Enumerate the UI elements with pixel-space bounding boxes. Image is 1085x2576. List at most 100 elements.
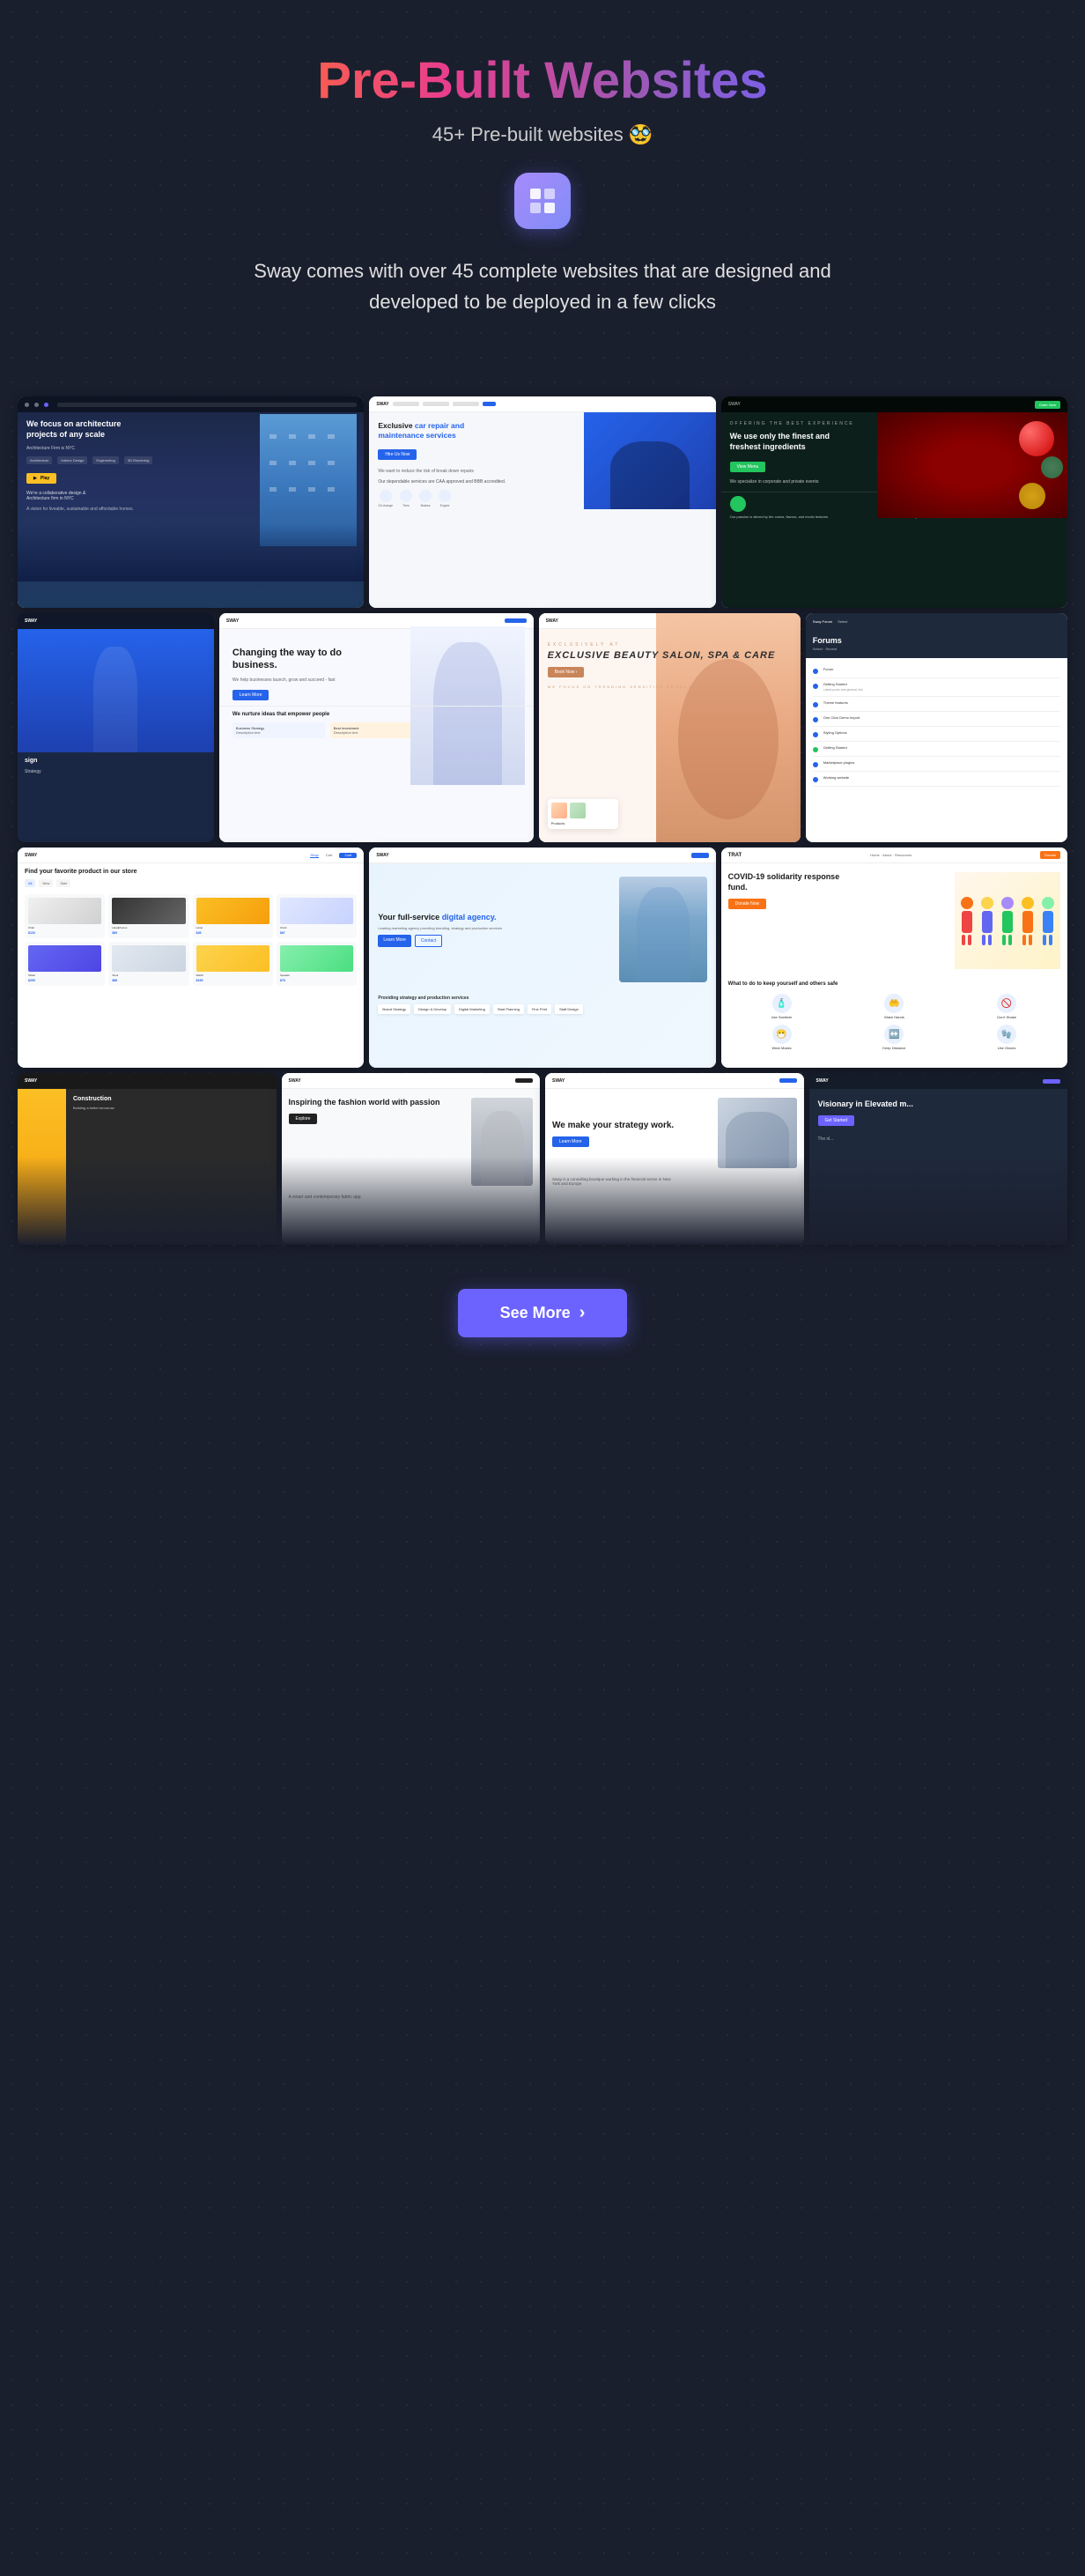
card-mockup-forum: Sway Forum Select Forums Select · Recent… (806, 613, 1067, 842)
ingredient (1019, 483, 1045, 509)
website-card-construction[interactable]: SWAY Construction Building a better tomo… (18, 1073, 277, 1245)
website-card-business[interactable]: SWAY Changing the way to do business. We… (219, 613, 534, 842)
store-item: Stool $88 (108, 942, 188, 986)
card-mockup-car: SWAY Exclusive car repair and maintenanc… (369, 396, 715, 608)
building-window (328, 487, 335, 492)
website-card-food[interactable]: SWAY Order Now Offering the best experie… (721, 396, 1067, 608)
covid-action: 🤲 Wash Hands (840, 994, 948, 1019)
building-window (269, 434, 277, 439)
card-mockup-covid: TRAT Home · About · Resources Donate COV… (721, 848, 1067, 1068)
store-item-name: Headphones (112, 926, 185, 929)
building-window (308, 434, 315, 439)
covid-char-legs (1022, 935, 1032, 945)
store-cart-btn: Cart (339, 853, 357, 858)
nav-dot (34, 403, 39, 407)
building-window (269, 461, 277, 465)
consult-nav-btn (779, 1078, 797, 1083)
food-brand: SWAY (728, 402, 741, 407)
covid-nav-links: Home · About · Resources (870, 853, 912, 857)
covid-char-leg (1043, 935, 1046, 945)
nav-link-accent (483, 402, 496, 406)
food-feature: Our passion is stirred by the colors, fl… (730, 496, 891, 519)
store-product-img (196, 898, 269, 924)
consult-hero: We make your strategy work. Learn More (545, 1089, 804, 1177)
agency-service: Digital Marketing (454, 1004, 490, 1014)
building-window (289, 487, 296, 492)
page-title: Pre-Built Websites (252, 53, 833, 109)
covid-char (1000, 897, 1015, 945)
covid-char-body (1022, 911, 1033, 933)
biz-desc: We help businesses launch, grow and succ… (219, 676, 360, 685)
covid-char-head (1001, 897, 1014, 909)
covid-text: COVID-19 solidarity response fund. Donat… (728, 872, 948, 969)
service-icon-item: Engine (439, 490, 451, 507)
consult-text: We make your strategy work. Learn More (552, 1120, 711, 1147)
header-section: Pre-Built Websites 45+ Pre-built website… (252, 53, 833, 361)
agency-service: Staff Design (555, 1004, 583, 1014)
covid-sub-title: What to do to keep yourself and others s… (721, 978, 1067, 990)
mechanic-img (584, 412, 716, 509)
store-nav: SWAY Shop Cart Cart (18, 848, 364, 863)
person-nav: SWAY (18, 613, 214, 629)
covid-char-legs (1043, 935, 1052, 945)
website-card-consulting[interactable]: SWAY We make your strategy work. Learn M… (545, 1073, 804, 1245)
nav-link (453, 402, 479, 406)
fashion-nav-btn (515, 1078, 533, 1083)
website-card-store[interactable]: SWAY Shop Cart Cart Find your favorite p… (18, 848, 364, 1068)
store-item-price: $89 (112, 931, 185, 935)
arch-tag: Architecture (26, 456, 52, 464)
card-mockup-store: SWAY Shop Cart Cart Find your favorite p… (18, 848, 364, 1068)
website-card-covid[interactable]: TRAT Home · About · Resources Donate COV… (721, 848, 1067, 1068)
nav-bar (18, 396, 364, 412)
car-cta: Hire Us Now (378, 449, 417, 460)
herb (1041, 456, 1063, 478)
website-card-person[interactable]: SWAY sign Strategy (18, 613, 214, 842)
service-icon-circle (439, 490, 451, 502)
grid-row-3: SWAY Shop Cart Cart Find your favorite p… (18, 848, 1067, 1068)
covid-action-label: Wear Masks (771, 1046, 791, 1050)
website-card-agency[interactable]: SWAY Your full-service digital agency. L… (369, 848, 715, 1068)
website-card-fashion[interactable]: SWAY Inspiring the fashion world with pa… (282, 1073, 541, 1245)
filter-tag: Sale (56, 879, 70, 887)
covid-char (1020, 897, 1036, 945)
see-more-button[interactable]: See More › (458, 1289, 628, 1337)
beauty-cta: Book Now › (548, 667, 585, 677)
building-window (328, 434, 335, 439)
websites-container: We focus on architecture projects of any… (18, 396, 1067, 1245)
website-card-financial[interactable]: SWAY Visionary in Elevated m... Get Star… (809, 1073, 1068, 1245)
consult-sub: Sway is a consulting boutique working in… (545, 1177, 686, 1191)
covid-char-leg (1049, 935, 1052, 945)
fin-hero: Visionary in Elevated m... Get Started (809, 1089, 1068, 1136)
service-icon-label: Engine (440, 504, 450, 507)
agency-nav: SWAY (369, 848, 715, 863)
service-icon-item: Oil change (378, 490, 393, 507)
arch-sublabel: Architecture Firm is NYC (18, 444, 364, 453)
arch-overlay (18, 523, 364, 581)
nav-dot (25, 403, 29, 407)
biz-nurture: We nurture ideas that empower people (219, 706, 534, 719)
fashion-title: Inspiring the fashion world with passion (289, 1098, 465, 1108)
covid-action: 😷 Wear Masks (728, 1025, 836, 1050)
fashion-brand: SWAY (289, 1078, 301, 1084)
store-nav-item: Cart (326, 853, 333, 857)
agency-person-img (619, 877, 707, 982)
building-window (269, 487, 277, 492)
covid-char-body (1043, 911, 1053, 933)
construct-text: Construction Building a better tomorrow (66, 1089, 277, 1245)
website-card-forum[interactable]: Sway Forum Select Forums Select · Recent… (806, 613, 1067, 842)
fashion-sub: A smart and contemporary fabric app (282, 1195, 541, 1205)
website-card-car[interactable]: SWAY Exclusive car repair and maintenanc… (369, 396, 715, 608)
forum-item-text: Styling Options (823, 730, 847, 737)
covid-char-head (1022, 897, 1034, 909)
website-card-architecture[interactable]: We focus on architecture projects of any… (18, 396, 364, 608)
nav-dot-active (44, 403, 48, 407)
service-icon-label: Tires (402, 504, 410, 507)
forum-item-text: Getting Started (823, 745, 847, 752)
filter-tag: All (25, 879, 35, 887)
website-card-beauty[interactable]: SWAY EXCLUSIVELY AT EXCLUSIVE BEAUTY SAL… (539, 613, 801, 842)
store-item: Speaker $75 (277, 942, 357, 986)
forum-dot (813, 669, 818, 674)
store-item-price: $199 (196, 979, 269, 982)
store-product-img (28, 898, 101, 924)
arch-tag: 3D Rendering (124, 456, 153, 464)
